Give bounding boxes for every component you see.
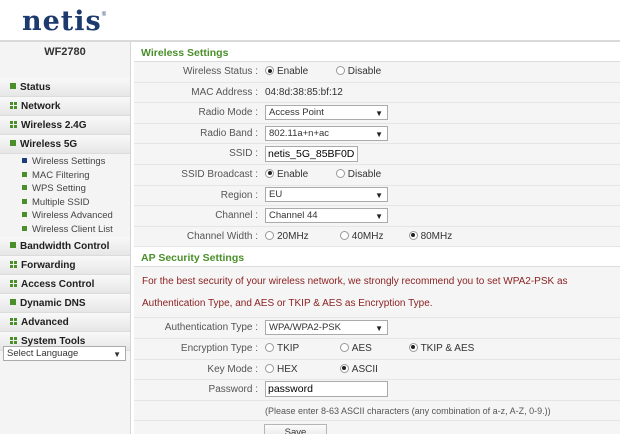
menu-dynamic-dns[interactable]: Dynamic DNS [0,294,130,313]
radio-mode-select[interactable]: Access Point ▼ [265,105,388,121]
menu-wireless-5g[interactable]: Wireless 5G [0,135,130,154]
grid-icon [10,102,17,109]
security-notice: For the best security of your wireless n… [134,267,620,319]
menu-network[interactable]: Network [0,97,130,116]
dropdown-arrow-icon: ▼ [375,324,383,334]
encryption-aes-radio[interactable]: AES [339,339,404,359]
menu-access-control[interactable]: Access Control [0,275,130,294]
channel-width-80mhz-radio[interactable]: 80MHz [408,227,452,247]
wireless-status-row: Wireless Status : Enable Disable [134,62,620,83]
dropdown-arrow-icon: ▼ [375,109,383,119]
bullet-icon [22,185,27,190]
region-row: Region : EU ▼ [134,185,620,207]
menu-forwarding[interactable]: Forwarding [0,256,130,275]
mac-address-row: MAC Address : 04:8d:38:85:bf:12 [134,82,620,104]
wireless-status-enable-radio[interactable]: Enable [265,62,331,82]
menu-status[interactable]: Status [0,78,130,97]
header: netis® [0,0,620,40]
submenu-wps-setting[interactable]: WPS Setting [0,182,130,196]
submenu-wireless-client-list[interactable]: Wireless Client List [0,223,130,237]
model-name: WF2780 [44,46,86,58]
region-select[interactable]: EU ▼ [265,187,388,203]
menu-wireless-24g[interactable]: Wireless 2.4G [0,116,130,135]
ssid-broadcast-enable-radio[interactable]: Enable [265,165,331,185]
grid-icon [10,337,17,344]
channel-width-20mhz-radio[interactable]: 20MHz [265,227,335,247]
encryption-type-row: Encryption Type : TKIP AES TKIP & AES [134,338,620,360]
button-row: Save [134,420,620,434]
ssid-broadcast-row: SSID Broadcast : Enable Disable [134,164,620,186]
bullet-icon [22,171,27,177]
grid-icon [10,280,17,287]
channel-row: Channel : Channel 44 ▼ [134,206,620,227]
password-input[interactable]: password [265,381,388,398]
channel-width-40mhz-radio[interactable]: 40MHz [339,227,404,247]
netis-logo: netis® [22,6,108,37]
grid-icon [10,318,17,325]
mac-address-value: 04:8d:38:85:bf:12 [265,86,343,98]
submenu-mac-filtering[interactable]: MAC Filtering [0,169,130,183]
bullet-icon [22,225,27,231]
key-mode-row: Key Mode : HEX ASCII [134,359,620,381]
password-row: Password : password [134,380,620,401]
password-hint: (Please enter 8-63 ASCII characters (any… [134,400,620,421]
submenu-multiple-ssid[interactable]: Multiple SSID [0,196,130,210]
wireless-settings-title: Wireless Settings [134,42,620,62]
auth-type-select[interactable]: WPA/WPA2-PSK ▼ [265,320,388,336]
menu-advanced[interactable]: Advanced [0,313,130,332]
grid-icon [10,261,17,268]
channel-width-row: Channel Width : 20MHz 40MHz 80MHz [134,226,620,248]
auth-type-row: Authentication Type : WPA/WPA2-PSK ▼ [134,318,620,339]
main-content: Wireless Settings Wireless Status : Enab… [134,42,620,434]
radio-mode-row: Radio Mode : Access Point ▼ [134,103,620,124]
encryption-tkip-aes-radio[interactable]: TKIP & AES [408,339,474,359]
bullet-icon [22,198,27,204]
sidebar: WF2780 Status Network Wireless 2.4G Wire… [0,42,131,434]
square-icon [10,242,16,248]
dropdown-arrow-icon: ▼ [113,350,121,359]
square-icon [10,140,16,146]
key-mode-hex-radio[interactable]: HEX [265,360,335,380]
radio-band-select[interactable]: 802.11a+n+ac ▼ [265,125,388,141]
language-select[interactable]: Select Language ▼ [3,346,126,361]
ssid-input[interactable]: netis_5G_85BF0D [265,145,358,162]
dropdown-arrow-icon: ▼ [375,129,383,139]
wireless-5g-submenu: Wireless Settings MAC Filtering WPS Sett… [0,154,130,237]
ssid-broadcast-disable-radio[interactable]: Disable [335,165,381,185]
save-button[interactable]: Save [264,423,327,434]
channel-select[interactable]: Channel 44 ▼ [265,208,388,224]
wireless-status-disable-radio[interactable]: Disable [335,62,381,82]
bullet-icon [22,212,27,217]
ap-security-title: AP Security Settings [134,247,620,268]
dropdown-arrow-icon: ▼ [375,191,383,201]
square-icon [10,299,16,305]
dropdown-arrow-icon: ▼ [375,212,383,222]
square-icon [10,83,16,89]
radio-band-row: Radio Band : 802.11a+n+ac ▼ [134,123,620,145]
grid-icon [10,121,17,128]
menu-bandwidth-control[interactable]: Bandwidth Control [0,237,130,256]
key-mode-ascii-radio[interactable]: ASCII [339,360,378,380]
submenu-wireless-advanced[interactable]: Wireless Advanced [0,209,130,223]
encryption-tkip-radio[interactable]: TKIP [265,339,335,359]
submenu-wireless-settings[interactable]: Wireless Settings [0,155,130,169]
bullet-icon [22,158,27,163]
ssid-row: SSID : netis_5G_85BF0D [134,144,620,165]
